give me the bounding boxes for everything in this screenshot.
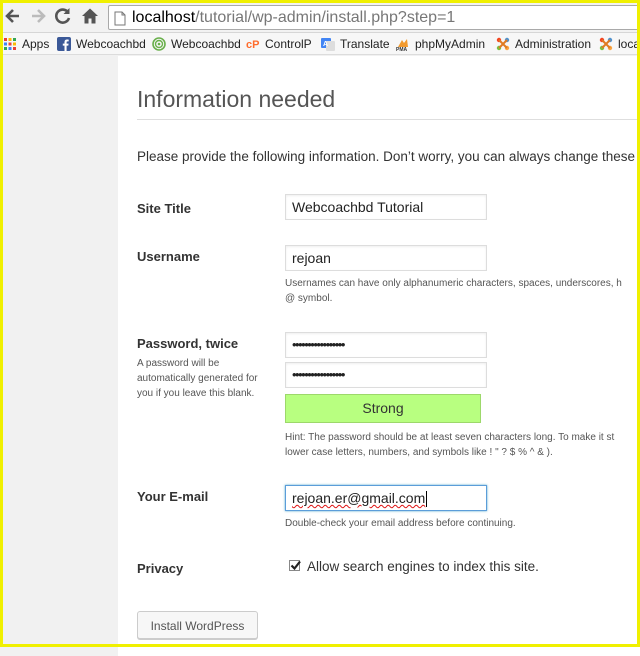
forward-arrow-icon	[32, 9, 46, 23]
username-hint-line1: Usernames can have only alphanumeric cha…	[285, 278, 622, 289]
install-wordpress-button[interactable]: Install WordPress	[137, 611, 258, 639]
joomla-icon	[599, 37, 613, 51]
url-host: localhost	[132, 9, 196, 26]
username-input[interactable]: rejoan	[285, 245, 487, 271]
site-title-input[interactable]: Webcoachbd Tutorial	[285, 194, 487, 220]
bookmark-label: loca	[618, 37, 640, 51]
home-button[interactable]	[79, 5, 101, 27]
reload-icon	[55, 8, 71, 24]
email-input[interactable]: rejoan.er@gmail.com	[285, 485, 487, 511]
phpmyadmin-icon: PMA	[396, 39, 408, 51]
back-arrow-icon	[5, 9, 19, 23]
bookmark-label: Webcoachbd	[76, 37, 146, 51]
page-title: Information needed	[137, 86, 336, 112]
bookmark-label: phpMyAdmin	[415, 37, 486, 51]
bookmark-label: Webcoachbd	[171, 37, 241, 51]
password-sublabel: A password will be automatically generat…	[137, 358, 258, 399]
text-caret	[426, 491, 428, 508]
site-title-label: Site Title	[137, 201, 191, 216]
cpanel-icon: cP	[246, 39, 259, 51]
forward-button[interactable]	[27, 5, 49, 27]
browser-toolbar: localhost/tutorial/wp-admin/install.php?…	[0, 0, 640, 33]
email-label: Your E-mail	[137, 489, 209, 504]
translate-icon: A	[321, 38, 335, 51]
bookmark-label: Apps	[22, 37, 50, 51]
bookmark-label: Translate	[340, 37, 390, 51]
username-hint-line2: @ symbol.	[285, 293, 333, 304]
password-label: Password, twice	[137, 336, 239, 351]
privacy-label: Privacy	[137, 561, 184, 576]
search-engine-checkbox[interactable]	[289, 560, 301, 571]
url-text: localhost/tutorial/wp-admin/install.php?…	[132, 6, 455, 29]
svg-text:PMA: PMA	[396, 47, 408, 51]
apps-grid-icon	[4, 38, 16, 50]
search-engine-checkbox-label[interactable]: Allow search engines to index this site.	[307, 559, 539, 574]
bookmark-label: ControlP	[265, 37, 312, 51]
bookmarks-bar: Apps Webcoachbd Webcoachbd cP ControlP A…	[0, 33, 640, 55]
svg-text:cP: cP	[246, 39, 259, 51]
back-button[interactable]	[3, 5, 25, 27]
joomla-icon	[496, 37, 510, 51]
password-input-2[interactable]: •••••••••••••••••	[285, 362, 487, 388]
bookmark-label: Administration	[515, 37, 592, 51]
home-icon	[82, 8, 98, 24]
username-label: Username	[137, 249, 200, 264]
email-hint: Double-check your email address before c…	[285, 518, 516, 529]
facebook-icon	[57, 37, 71, 51]
title-divider	[137, 119, 640, 120]
intro-text: Please provide the following information…	[137, 149, 636, 164]
svg-text:A: A	[323, 41, 328, 48]
password-hint-line2: lower case letters, numbers, and symbols…	[285, 447, 553, 458]
password-input-1[interactable]: •••••••••••••••••	[285, 332, 487, 358]
url-path: /tutorial/wp-admin/install.php?step=1	[195, 9, 456, 26]
checkmark-icon	[290, 560, 301, 571]
password-hint-line1: Hint: The password should be at least se…	[285, 432, 615, 443]
reload-button[interactable]	[52, 5, 74, 27]
email-value: rejoan.er@gmail.com	[292, 490, 426, 506]
target-icon	[152, 37, 166, 51]
page-icon	[114, 10, 126, 29]
address-bar[interactable]: localhost/tutorial/wp-admin/install.php?…	[108, 5, 640, 30]
password-strength-indicator: Strong	[285, 394, 481, 423]
